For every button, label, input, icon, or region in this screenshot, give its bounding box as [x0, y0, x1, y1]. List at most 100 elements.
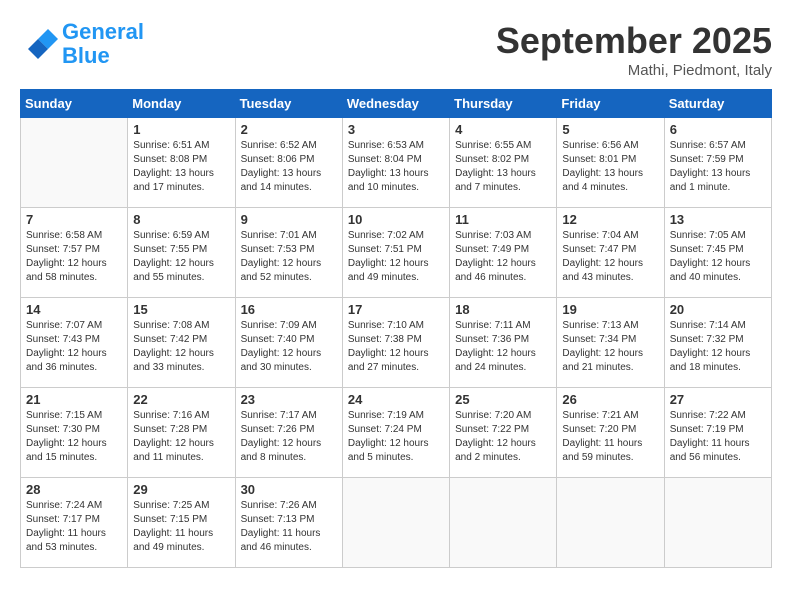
- day-number: 2: [241, 122, 337, 137]
- calendar-cell: 10Sunrise: 7:02 AM Sunset: 7:51 PM Dayli…: [342, 208, 449, 298]
- calendar-cell: 17 Sunrise: 7:10 AM Sunset: 7:38 PM Dayli…: [342, 298, 449, 388]
- day-info: Sunrise: 6:57 AM Sunset: 7:59 PM Dayligh…: [670, 139, 766, 195]
- calendar-cell: 25 Sunrise: 7:20 AM Sunset: 7:22 PM Dayli…: [450, 388, 557, 478]
- weekday-header-thursday: Thursday: [450, 90, 557, 118]
- day-info: Sunrise: 7:17 AM Sunset: 7:26 PM Dayligh…: [241, 409, 337, 465]
- calendar-cell: 13 Sunrise: 7:05 AM Sunset: 7:45 PM Dayli…: [664, 208, 771, 298]
- calendar-cell: [342, 478, 449, 568]
- day-number: 21: [26, 392, 122, 407]
- day-number: 24: [348, 392, 444, 407]
- day-number: 15: [133, 302, 229, 317]
- day-info: Sunrise: 7:15 AM Sunset: 7:30 PM Dayligh…: [26, 409, 122, 465]
- day-info: Sunrise: 7:20 AM Sunset: 7:22 PM Dayligh…: [455, 409, 551, 465]
- calendar-cell: 27Sunrise: 7:22 AM Sunset: 7:19 PM Dayli…: [664, 388, 771, 478]
- day-info: Sunrise: 6:51 AM Sunset: 8:08 PM Dayligh…: [133, 139, 229, 195]
- day-number: 6: [670, 122, 766, 137]
- day-info: Sunrise: 6:59 AM Sunset: 7:55 PM Dayligh…: [133, 229, 229, 285]
- day-number: 19: [562, 302, 658, 317]
- calendar-cell: 6 Sunrise: 6:57 AM Sunset: 7:59 PM Daylig…: [664, 118, 771, 208]
- calendar-cell: 20 Sunrise: 7:14 AM Sunset: 7:32 PM Dayli…: [664, 298, 771, 388]
- weekday-header-wednesday: Wednesday: [342, 90, 449, 118]
- calendar-cell: 9 Sunrise: 7:01 AM Sunset: 7:53 PM Daylig…: [235, 208, 342, 298]
- day-number: 8: [133, 212, 229, 227]
- day-info: Sunrise: 6:56 AM Sunset: 8:01 PM Dayligh…: [562, 139, 658, 195]
- calendar-cell: 5 Sunrise: 6:56 AM Sunset: 8:01 PM Daylig…: [557, 118, 664, 208]
- page-header: General Blue September 2025 Mathi, Piedm…: [20, 20, 772, 79]
- day-number: 29: [133, 482, 229, 497]
- calendar-cell: 26Sunrise: 7:21 AM Sunset: 7:20 PM Dayli…: [557, 388, 664, 478]
- day-number: 23: [241, 392, 337, 407]
- weekday-header-sunday: Sunday: [21, 90, 128, 118]
- calendar-cell: 18Sunrise: 7:11 AM Sunset: 7:36 PM Dayli…: [450, 298, 557, 388]
- calendar-cell: 22Sunrise: 7:16 AM Sunset: 7:28 PM Dayli…: [128, 388, 235, 478]
- day-info: Sunrise: 7:07 AM Sunset: 7:43 PM Dayligh…: [26, 319, 122, 375]
- logo-blue: Blue: [62, 43, 110, 68]
- day-number: 16: [241, 302, 337, 317]
- day-number: 20: [670, 302, 766, 317]
- calendar-cell: 21 Sunrise: 7:15 AM Sunset: 7:30 PM Dayli…: [21, 388, 128, 478]
- week-row-5: 28Sunrise: 7:24 AM Sunset: 7:17 PM Dayli…: [21, 478, 772, 568]
- day-number: 9: [241, 212, 337, 227]
- day-number: 26: [562, 392, 658, 407]
- day-number: 3: [348, 122, 444, 137]
- calendar-cell: 30Sunrise: 7:26 AM Sunset: 7:13 PM Dayli…: [235, 478, 342, 568]
- day-number: 27: [670, 392, 766, 407]
- day-info: Sunrise: 7:10 AM Sunset: 7:38 PM Dayligh…: [348, 319, 444, 375]
- location: Mathi, Piedmont, Italy: [496, 62, 772, 79]
- day-number: 17: [348, 302, 444, 317]
- calendar-cell: 1 Sunrise: 6:51 AM Sunset: 8:08 PM Daylig…: [128, 118, 235, 208]
- day-number: 18: [455, 302, 551, 317]
- day-info: Sunrise: 7:08 AM Sunset: 7:42 PM Dayligh…: [133, 319, 229, 375]
- calendar-cell: [664, 478, 771, 568]
- calendar-cell: 29 Sunrise: 7:25 AM Sunset: 7:15 PM Dayli…: [128, 478, 235, 568]
- day-number: 28: [26, 482, 122, 497]
- day-info: Sunrise: 7:16 AM Sunset: 7:28 PM Dayligh…: [133, 409, 229, 465]
- calendar-cell: 24 Sunrise: 7:19 AM Sunset: 7:24 PM Dayli…: [342, 388, 449, 478]
- day-number: 1: [133, 122, 229, 137]
- day-info: Sunrise: 7:13 AM Sunset: 7:34 PM Dayligh…: [562, 319, 658, 375]
- calendar-cell: 28Sunrise: 7:24 AM Sunset: 7:17 PM Dayli…: [21, 478, 128, 568]
- calendar-cell: 11 Sunrise: 7:03 AM Sunset: 7:49 PM Dayli…: [450, 208, 557, 298]
- day-info: Sunrise: 7:03 AM Sunset: 7:49 PM Dayligh…: [455, 229, 551, 285]
- day-info: Sunrise: 7:25 AM Sunset: 7:15 PM Dayligh…: [133, 499, 229, 555]
- logo-icon: [20, 24, 60, 64]
- day-info: Sunrise: 7:02 AM Sunset: 7:51 PM Dayligh…: [348, 229, 444, 285]
- calendar-cell: 14 Sunrise: 7:07 AM Sunset: 7:43 PM Dayli…: [21, 298, 128, 388]
- week-row-3: 14 Sunrise: 7:07 AM Sunset: 7:43 PM Dayli…: [21, 298, 772, 388]
- weekday-header-saturday: Saturday: [664, 90, 771, 118]
- day-info: Sunrise: 7:05 AM Sunset: 7:45 PM Dayligh…: [670, 229, 766, 285]
- day-info: Sunrise: 7:01 AM Sunset: 7:53 PM Dayligh…: [241, 229, 337, 285]
- logo-general: General: [62, 19, 144, 44]
- week-row-1: 1 Sunrise: 6:51 AM Sunset: 8:08 PM Daylig…: [21, 118, 772, 208]
- logo: General Blue: [20, 20, 144, 68]
- day-info: Sunrise: 7:04 AM Sunset: 7:47 PM Dayligh…: [562, 229, 658, 285]
- day-number: 7: [26, 212, 122, 227]
- calendar-cell: 19 Sunrise: 7:13 AM Sunset: 7:34 PM Dayli…: [557, 298, 664, 388]
- calendar-cell: [21, 118, 128, 208]
- weekday-header-friday: Friday: [557, 90, 664, 118]
- day-number: 5: [562, 122, 658, 137]
- day-info: Sunrise: 7:19 AM Sunset: 7:24 PM Dayligh…: [348, 409, 444, 465]
- calendar-cell: 3Sunrise: 6:53 AM Sunset: 8:04 PM Daylig…: [342, 118, 449, 208]
- day-info: Sunrise: 7:26 AM Sunset: 7:13 PM Dayligh…: [241, 499, 337, 555]
- week-row-2: 7 Sunrise: 6:58 AM Sunset: 7:57 PM Daylig…: [21, 208, 772, 298]
- day-info: Sunrise: 7:14 AM Sunset: 7:32 PM Dayligh…: [670, 319, 766, 375]
- day-number: 13: [670, 212, 766, 227]
- calendar-cell: [450, 478, 557, 568]
- day-number: 4: [455, 122, 551, 137]
- day-number: 25: [455, 392, 551, 407]
- calendar-cell: 8 Sunrise: 6:59 AM Sunset: 7:55 PM Daylig…: [128, 208, 235, 298]
- day-number: 11: [455, 212, 551, 227]
- calendar-cell: 7 Sunrise: 6:58 AM Sunset: 7:57 PM Daylig…: [21, 208, 128, 298]
- calendar-cell: 15 Sunrise: 7:08 AM Sunset: 7:42 PM Dayli…: [128, 298, 235, 388]
- title-block: September 2025 Mathi, Piedmont, Italy: [496, 20, 772, 79]
- day-info: Sunrise: 6:58 AM Sunset: 7:57 PM Dayligh…: [26, 229, 122, 285]
- calendar-cell: 16Sunrise: 7:09 AM Sunset: 7:40 PM Dayli…: [235, 298, 342, 388]
- calendar-cell: 4 Sunrise: 6:55 AM Sunset: 8:02 PM Daylig…: [450, 118, 557, 208]
- calendar-cell: 2 Sunrise: 6:52 AM Sunset: 8:06 PM Daylig…: [235, 118, 342, 208]
- weekday-header-tuesday: Tuesday: [235, 90, 342, 118]
- weekday-header-row: SundayMondayTuesdayWednesdayThursdayFrid…: [21, 90, 772, 118]
- day-info: Sunrise: 6:52 AM Sunset: 8:06 PM Dayligh…: [241, 139, 337, 195]
- day-number: 14: [26, 302, 122, 317]
- day-info: Sunrise: 6:55 AM Sunset: 8:02 PM Dayligh…: [455, 139, 551, 195]
